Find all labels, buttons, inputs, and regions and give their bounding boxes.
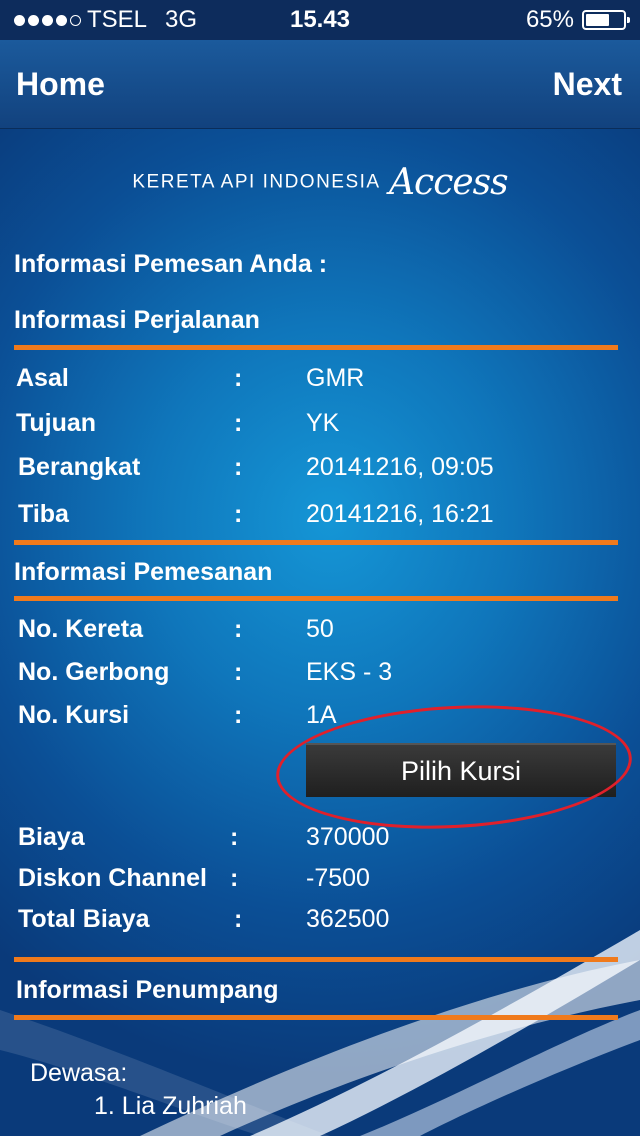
- row-value: EKS - 3: [306, 658, 393, 686]
- row-label: Berangkat: [18, 453, 141, 481]
- row-label: Asal: [16, 364, 69, 392]
- app-screen: TSEL 3G 15.43 65% Home Next KERETA API I…: [0, 0, 640, 1136]
- divider: [14, 957, 618, 962]
- row-value: -7500: [306, 864, 370, 892]
- row-label: Biaya: [18, 823, 85, 851]
- passenger-section-heading: Informasi Penumpang: [16, 976, 279, 1004]
- row-colon: :: [234, 500, 243, 528]
- passenger-category: Dewasa:: [30, 1059, 128, 1087]
- home-button[interactable]: Home: [16, 64, 105, 104]
- divider: [14, 540, 618, 545]
- trip-section-heading: Informasi Perjalanan: [14, 306, 260, 334]
- row-value: 1A: [306, 701, 337, 729]
- divider: [14, 1015, 618, 1020]
- row-colon: :: [234, 701, 243, 729]
- row-label: No. Kursi: [18, 701, 130, 729]
- booking-section-heading: Informasi Pemesanan: [14, 558, 273, 586]
- status-right: 65%: [525, 0, 630, 40]
- row-value: 362500: [306, 905, 390, 933]
- brand-logo: KERETA API INDONESIA Access: [0, 162, 640, 203]
- row-label: Total Biaya: [18, 905, 150, 933]
- row-value: 370000: [306, 823, 390, 851]
- page-title: Informasi Pemesan Anda :: [14, 250, 328, 278]
- row-colon: :: [234, 453, 243, 481]
- row-colon: :: [234, 615, 243, 643]
- row-label: No. Gerbong: [18, 658, 170, 686]
- row-colon: :: [234, 409, 243, 437]
- row-value: 50: [306, 615, 334, 643]
- row-label: No. Kereta: [18, 615, 144, 643]
- row-value: YK: [306, 409, 340, 437]
- battery-icon: [582, 10, 630, 30]
- brand-access: Access: [389, 162, 509, 203]
- row-value: 20141216, 09:05: [306, 453, 494, 481]
- divider: [14, 596, 618, 601]
- row-colon: :: [230, 823, 239, 851]
- row-colon: :: [234, 905, 243, 933]
- row-colon: :: [234, 658, 243, 686]
- next-button[interactable]: Next: [553, 64, 622, 104]
- battery-percentage: 65%: [525, 6, 574, 33]
- row-colon: :: [230, 864, 239, 892]
- row-colon: :: [234, 364, 243, 392]
- row-label: Tiba: [18, 500, 69, 528]
- row-value: 20141216, 16:21: [306, 500, 494, 528]
- row-label: Diskon Channel: [18, 864, 207, 892]
- status-bar: TSEL 3G 15.43 65%: [0, 0, 640, 40]
- brand-name: KERETA API INDONESIA: [132, 171, 381, 193]
- row-label: Tujuan: [16, 409, 97, 437]
- row-value: GMR: [306, 364, 365, 392]
- divider: [14, 345, 618, 350]
- navigation-bar: Home Next: [0, 40, 640, 129]
- passenger-item: 1. Lia Zuhriah: [94, 1092, 247, 1120]
